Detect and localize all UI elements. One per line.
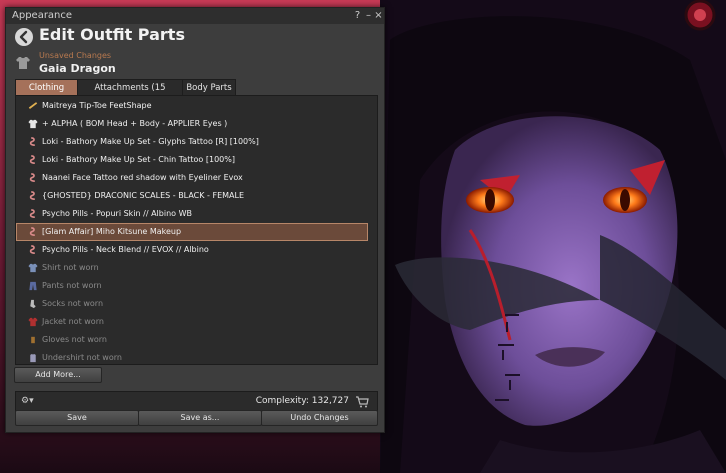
list-item[interactable]: {GHOSTED} DRACONIC SCALES - BLACK - FEMA…	[16, 187, 368, 205]
tattoo-icon	[29, 209, 35, 218]
jacket-icon	[28, 317, 38, 327]
list-item[interactable]: [Glam Affair] Miho Kitsune Makeup	[16, 223, 368, 241]
list-item[interactable]: Gloves not worn	[16, 331, 368, 349]
list-item-label: Psycho Pills - Popuri Skin // Albino WB	[42, 209, 192, 218]
list-item[interactable]: Maitreya Tip-Toe FeetShape	[16, 97, 368, 115]
socks-icon	[30, 299, 36, 309]
list-item[interactable]: Naanei Face Tattoo red shadow with Eyeli…	[16, 169, 368, 187]
shape-icon	[28, 102, 38, 109]
undo-changes-button[interactable]: Undo Changes	[261, 410, 378, 426]
list-item-label: Jacket not worn	[42, 317, 104, 326]
gloves-icon	[31, 336, 35, 344]
appearance-floater: Appearance ? – × Edit Outfit Parts Unsav…	[5, 7, 385, 433]
list-item[interactable]: Pants not worn	[16, 277, 368, 295]
tattoo-icon	[29, 173, 35, 182]
list-item-label: Naanei Face Tattoo red shadow with Eyeli…	[42, 173, 243, 182]
unsaved-status: Unsaved Changes	[39, 51, 112, 60]
outfit-shirt-icon	[16, 57, 30, 69]
list-item-label: Shirt not worn	[42, 263, 99, 272]
list-item-label: [Glam Affair] Miho Kitsune Makeup	[42, 227, 182, 236]
outfit-name: Gaia Dragon	[39, 62, 116, 75]
list-item-label: Loki - Bathory Make Up Set - Chin Tattoo…	[42, 155, 235, 164]
save-as-button[interactable]: Save as...	[138, 410, 262, 426]
list-item[interactable]: Undershirt not worn	[16, 349, 368, 364]
list-item[interactable]: Jacket not worn	[16, 313, 368, 331]
chevron-left-icon	[19, 30, 28, 44]
scroll-up-arrow-icon[interactable]: ▲	[377, 96, 378, 106]
list-item[interactable]: Socks not worn	[16, 295, 368, 313]
alpha-icon	[28, 119, 38, 129]
save-button[interactable]: Save	[15, 410, 139, 426]
help-button[interactable]: ?	[352, 8, 363, 24]
list-item-label: Pants not worn	[42, 281, 102, 290]
list-item-label: Psycho Pills - Neck Blend // EVOX // Alb…	[42, 245, 209, 254]
list-item[interactable]: Shirt not worn	[16, 259, 368, 277]
complexity-readout: Complexity: 132,727	[255, 396, 349, 406]
list-item[interactable]: Loki - Bathory Make Up Set - Glyphs Tatt…	[16, 133, 368, 151]
close-button[interactable]: ×	[373, 8, 384, 24]
list-item[interactable]: Loki - Bathory Make Up Set - Chin Tattoo…	[16, 151, 368, 169]
list-item-label: Maitreya Tip-Toe FeetShape	[42, 101, 152, 110]
pants-icon	[29, 281, 37, 291]
list-item-label: Socks not worn	[42, 299, 104, 308]
back-button[interactable]	[15, 28, 33, 46]
scroll-down-arrow-icon[interactable]: ▼	[377, 354, 378, 364]
list-item-label: Undershirt not worn	[42, 353, 122, 362]
list-item-label: {GHOSTED} DRACONIC SCALES - BLACK - FEMA…	[42, 191, 245, 200]
window-title: Appearance	[12, 10, 73, 21]
list-item[interactable]: + ALPHA ( BOM Head + Body - APPLIER Eyes…	[16, 115, 368, 133]
shopping-cart-icon[interactable]	[355, 396, 369, 408]
list-item[interactable]: Psycho Pills - Neck Blend // EVOX // Alb…	[16, 241, 368, 259]
tattoo-icon	[29, 227, 35, 236]
tattoo-icon	[29, 137, 35, 146]
tab-clothing[interactable]: Clothing	[15, 79, 78, 96]
list-item-label: + ALPHA ( BOM Head + Body - APPLIER Eyes…	[42, 119, 228, 128]
add-more-button[interactable]: Add More...	[14, 367, 102, 383]
page-title: Edit Outfit Parts	[39, 25, 185, 44]
tattoo-icon	[29, 155, 35, 164]
list-item-label: Gloves not worn	[42, 335, 107, 344]
gear-icon[interactable]: ⚙▾	[21, 396, 37, 408]
shirt-icon	[28, 263, 38, 273]
tab-body-parts[interactable]: Body Parts	[182, 79, 236, 96]
list-scrollbar[interactable]: ▲ ▼	[377, 96, 378, 364]
undershirt-icon	[30, 353, 36, 363]
outfit-items-list[interactable]: Maitreya Tip-Toe FeetShape + ALPHA ( BOM …	[15, 95, 378, 365]
tab-attachments[interactable]: Attachments (15 remain)	[77, 79, 183, 109]
window-titlebar[interactable]: Appearance ? – ×	[6, 8, 384, 24]
list-item[interactable]: Psycho Pills - Popuri Skin // Albino WB	[16, 205, 368, 223]
list-item-label: Loki - Bathory Make Up Set - Glyphs Tatt…	[42, 137, 259, 146]
tattoo-icon	[29, 245, 35, 254]
tattoo-icon	[29, 191, 35, 200]
